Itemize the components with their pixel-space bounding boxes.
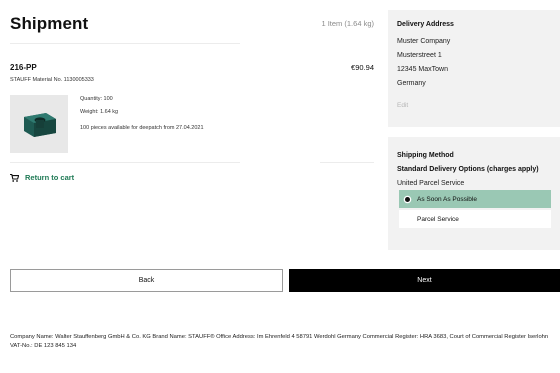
clamp-product-icon <box>24 113 56 137</box>
divider <box>10 43 240 44</box>
next-button[interactable]: Next <box>289 269 560 292</box>
company-footer: Company Name: Walter Stauffenberg GmbH &… <box>10 334 549 349</box>
back-button[interactable]: Back <box>10 269 283 292</box>
cart-icon <box>10 173 19 182</box>
item-price: €90.94 <box>351 63 374 72</box>
item-sku: 216-PP <box>10 63 37 72</box>
item-quantity: Quantity: 100 <box>80 96 113 102</box>
items-count: 1 Item (1.64 kg) <box>321 19 374 28</box>
address-line: Musterstreet 1 <box>397 52 442 59</box>
edit-address-link[interactable]: Edit <box>397 102 408 109</box>
shipping-option-asap[interactable]: As Soon As Possible <box>399 190 551 208</box>
address-line: Germany <box>397 80 426 87</box>
product-image <box>10 95 68 153</box>
shipping-option-label: Parcel Service <box>417 215 459 223</box>
shipping-method-title: Shipping Method <box>397 152 454 159</box>
shipping-option-label: As Soon As Possible <box>417 195 477 203</box>
shipping-carrier: United Parcel Service <box>397 180 465 187</box>
address-line: Muster Company <box>397 38 451 45</box>
shipping-options-title: Standard Delivery Options (charges apply… <box>397 166 539 173</box>
item-availability: 100 pieces available for deepatch from 2… <box>80 125 204 131</box>
delivery-address-panel: Delivery Address Muster Company Musterst… <box>388 10 560 127</box>
item-weight: Weight: 1.64 kg <box>80 109 119 115</box>
address-line: 12345 MaxTown <box>397 66 448 73</box>
shipping-option-parcel[interactable]: Parcel Service <box>399 210 551 228</box>
page-title: Shipment <box>10 14 89 33</box>
radio-selected-icon <box>405 196 410 202</box>
return-to-cart-link[interactable]: Return to cart <box>10 173 74 182</box>
return-to-cart-label: Return to cart <box>25 173 75 182</box>
divider <box>10 162 240 163</box>
delivery-address-title: Delivery Address <box>397 21 454 28</box>
divider <box>320 162 374 163</box>
item-material-number: STAUFF Material No. 1130005333 <box>10 77 94 83</box>
